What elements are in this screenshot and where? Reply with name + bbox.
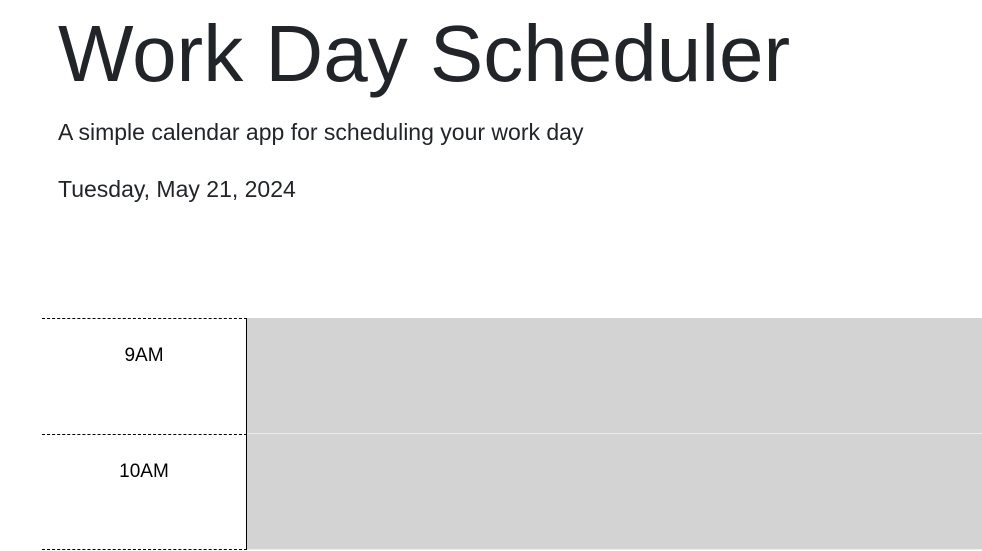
time-block-10am: 10AM — [42, 434, 982, 550]
description-input[interactable] — [247, 318, 982, 434]
page-title: Work Day Scheduler — [58, 9, 791, 98]
current-day: Tuesday, May 21, 2024 — [58, 176, 296, 202]
description-input[interactable] — [247, 434, 982, 550]
time-block-9am: 9AM — [42, 318, 982, 434]
hour-label: 9AM — [42, 318, 247, 434]
schedule-container: 9AM 10AM — [42, 318, 982, 550]
hour-label: 10AM — [42, 434, 247, 550]
page-subtitle: A simple calendar app for scheduling you… — [58, 119, 584, 145]
